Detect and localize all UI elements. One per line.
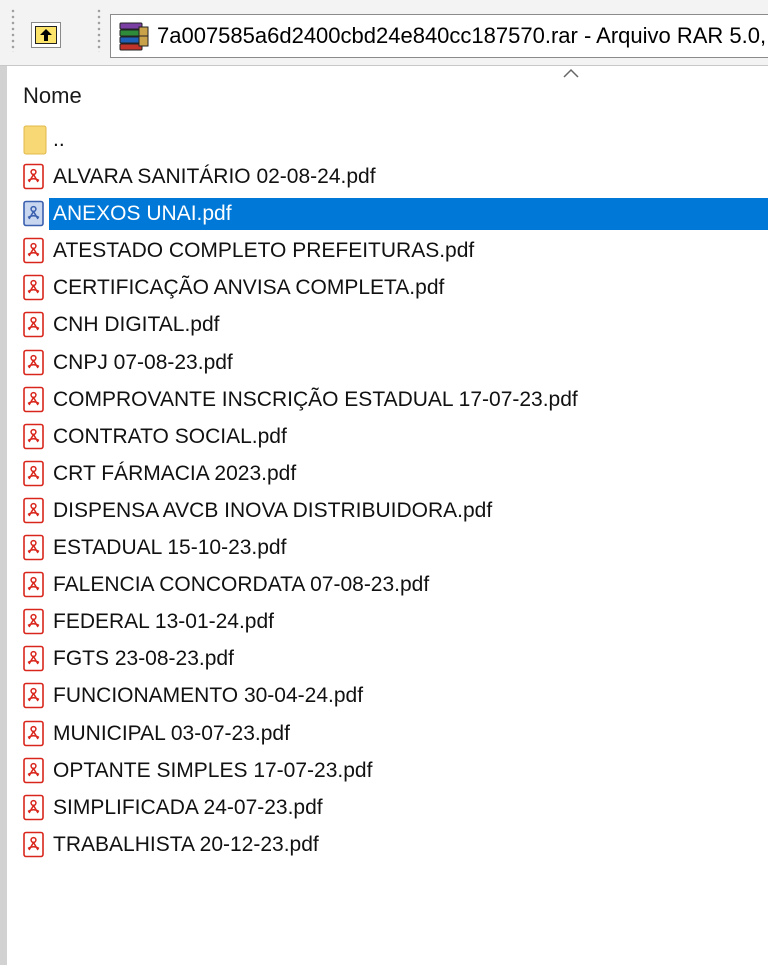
file-item[interactable]: CNH DIGITAL.pdf bbox=[7, 306, 768, 343]
file-item[interactable]: TRABALHISTA 20-12-23.pdf bbox=[7, 826, 768, 863]
file-name: MUNICIPAL 03-07-23.pdf bbox=[53, 721, 290, 745]
pdf-file-icon bbox=[21, 386, 47, 414]
file-name: SIMPLIFICADA 24-07-23.pdf bbox=[53, 795, 323, 819]
file-item[interactable]: DISPENSA AVCB INOVA DISTRIBUIDORA.pdf bbox=[7, 492, 768, 529]
file-name: ALVARA SANITÁRIO 02-08-24.pdf bbox=[53, 165, 376, 189]
pdf-file-icon bbox=[21, 200, 47, 228]
pdf-file-icon bbox=[21, 237, 47, 265]
file-name: ATESTADO COMPLETO PREFEITURAS.pdf bbox=[53, 239, 475, 263]
file-item[interactable]: SIMPLIFICADA 24-07-23.pdf bbox=[7, 789, 768, 826]
file-item[interactable]: ALVARA SANITÁRIO 02-08-24.pdf bbox=[7, 158, 768, 195]
pdf-file-icon bbox=[21, 460, 47, 488]
file-name: CONTRATO SOCIAL.pdf bbox=[53, 424, 287, 448]
pdf-file-icon bbox=[21, 831, 47, 859]
file-name: CNPJ 07-08-23.pdf bbox=[53, 350, 233, 374]
column-header-name[interactable]: Nome bbox=[7, 66, 768, 116]
file-list-panel: Nome .. ALVARA SANITÁRIO 02-08-24.pdf ANEX… bbox=[0, 66, 768, 965]
file-item[interactable]: ANEXOS UNAI.pdf bbox=[7, 195, 768, 232]
file-name: TRABALHISTA 20-12-23.pdf bbox=[53, 832, 319, 856]
file-name: COMPROVANTE INSCRIÇÃO ESTADUAL 17-07-23.… bbox=[53, 387, 578, 411]
pdf-file-icon bbox=[21, 682, 47, 710]
pdf-file-icon bbox=[21, 349, 47, 377]
toolbar-grip[interactable] bbox=[10, 8, 16, 52]
file-item[interactable]: FGTS 23-08-23.pdf bbox=[7, 640, 768, 677]
file-name: FALENCIA CONCORDATA 07-08-23.pdf bbox=[53, 573, 430, 597]
column-header-label: Nome bbox=[23, 83, 82, 108]
file-item[interactable]: CONTRATO SOCIAL.pdf bbox=[7, 418, 768, 455]
pdf-file-icon bbox=[21, 608, 47, 636]
file-name: CRT FÁRMACIA 2023.pdf bbox=[53, 461, 297, 485]
pdf-file-icon bbox=[21, 274, 47, 302]
file-name: CERTIFICAÇÃO ANVISA COMPLETA.pdf bbox=[53, 276, 445, 300]
pdf-file-icon bbox=[21, 720, 47, 748]
pdf-file-icon bbox=[21, 534, 47, 562]
pdf-file-icon bbox=[21, 497, 47, 525]
file-name: DISPENSA AVCB INOVA DISTRIBUIDORA.pdf bbox=[53, 498, 493, 522]
pdf-file-icon bbox=[21, 163, 47, 191]
pdf-file-icon bbox=[21, 571, 47, 599]
folder-icon bbox=[23, 125, 47, 155]
file-name: CNH DIGITAL.pdf bbox=[53, 313, 220, 337]
file-name: ANEXOS UNAI.pdf bbox=[49, 198, 768, 231]
file-item[interactable]: CNPJ 07-08-23.pdf bbox=[7, 344, 768, 381]
file-item[interactable]: OPTANTE SIMPLES 17-07-23.pdf bbox=[7, 752, 768, 789]
file-item[interactable]: FALENCIA CONCORDATA 07-08-23.pdf bbox=[7, 566, 768, 603]
file-item[interactable]: FEDERAL 13-01-24.pdf bbox=[7, 603, 768, 640]
file-list: .. ALVARA SANITÁRIO 02-08-24.pdf ANEXOS UN… bbox=[7, 121, 768, 863]
sort-ascending-icon bbox=[563, 68, 579, 78]
file-item[interactable]: ATESTADO COMPLETO PREFEITURAS.pdf bbox=[7, 232, 768, 269]
file-name: FGTS 23-08-23.pdf bbox=[53, 647, 234, 671]
winrar-archive-icon bbox=[117, 21, 151, 51]
pdf-file-icon bbox=[21, 423, 47, 451]
file-name: FUNCIONAMENTO 30-04-24.pdf bbox=[53, 684, 364, 708]
file-item[interactable]: MUNICIPAL 03-07-23.pdf bbox=[7, 715, 768, 752]
file-item[interactable]: CRT FÁRMACIA 2023.pdf bbox=[7, 455, 768, 492]
file-name: FEDERAL 13-01-24.pdf bbox=[53, 610, 275, 634]
file-name: .. bbox=[53, 128, 65, 151]
address-text: 7a007585a6d2400cbd24e840cc187570.rar - A… bbox=[157, 23, 767, 48]
pdf-file-icon bbox=[21, 757, 47, 785]
file-item[interactable]: CERTIFICAÇÃO ANVISA COMPLETA.pdf bbox=[7, 269, 768, 306]
address-grip[interactable] bbox=[96, 8, 102, 52]
toolbar: 7a007585a6d2400cbd24e840cc187570.rar - A… bbox=[0, 0, 768, 66]
parent-folder-item[interactable]: .. bbox=[7, 121, 768, 158]
pdf-file-icon bbox=[21, 645, 47, 673]
file-item[interactable]: ESTADUAL 15-10-23.pdf bbox=[7, 529, 768, 566]
pdf-file-icon bbox=[21, 794, 47, 822]
file-item[interactable]: FUNCIONAMENTO 30-04-24.pdf bbox=[7, 677, 768, 714]
up-folder-icon bbox=[35, 26, 57, 44]
file-item[interactable]: COMPROVANTE INSCRIÇÃO ESTADUAL 17-07-23.… bbox=[7, 381, 768, 418]
pdf-file-icon bbox=[21, 311, 47, 339]
address-bar[interactable]: 7a007585a6d2400cbd24e840cc187570.rar - A… bbox=[110, 14, 768, 58]
file-name: ESTADUAL 15-10-23.pdf bbox=[53, 536, 287, 560]
up-folder-button[interactable] bbox=[31, 22, 61, 48]
file-name: OPTANTE SIMPLES 17-07-23.pdf bbox=[53, 758, 373, 782]
